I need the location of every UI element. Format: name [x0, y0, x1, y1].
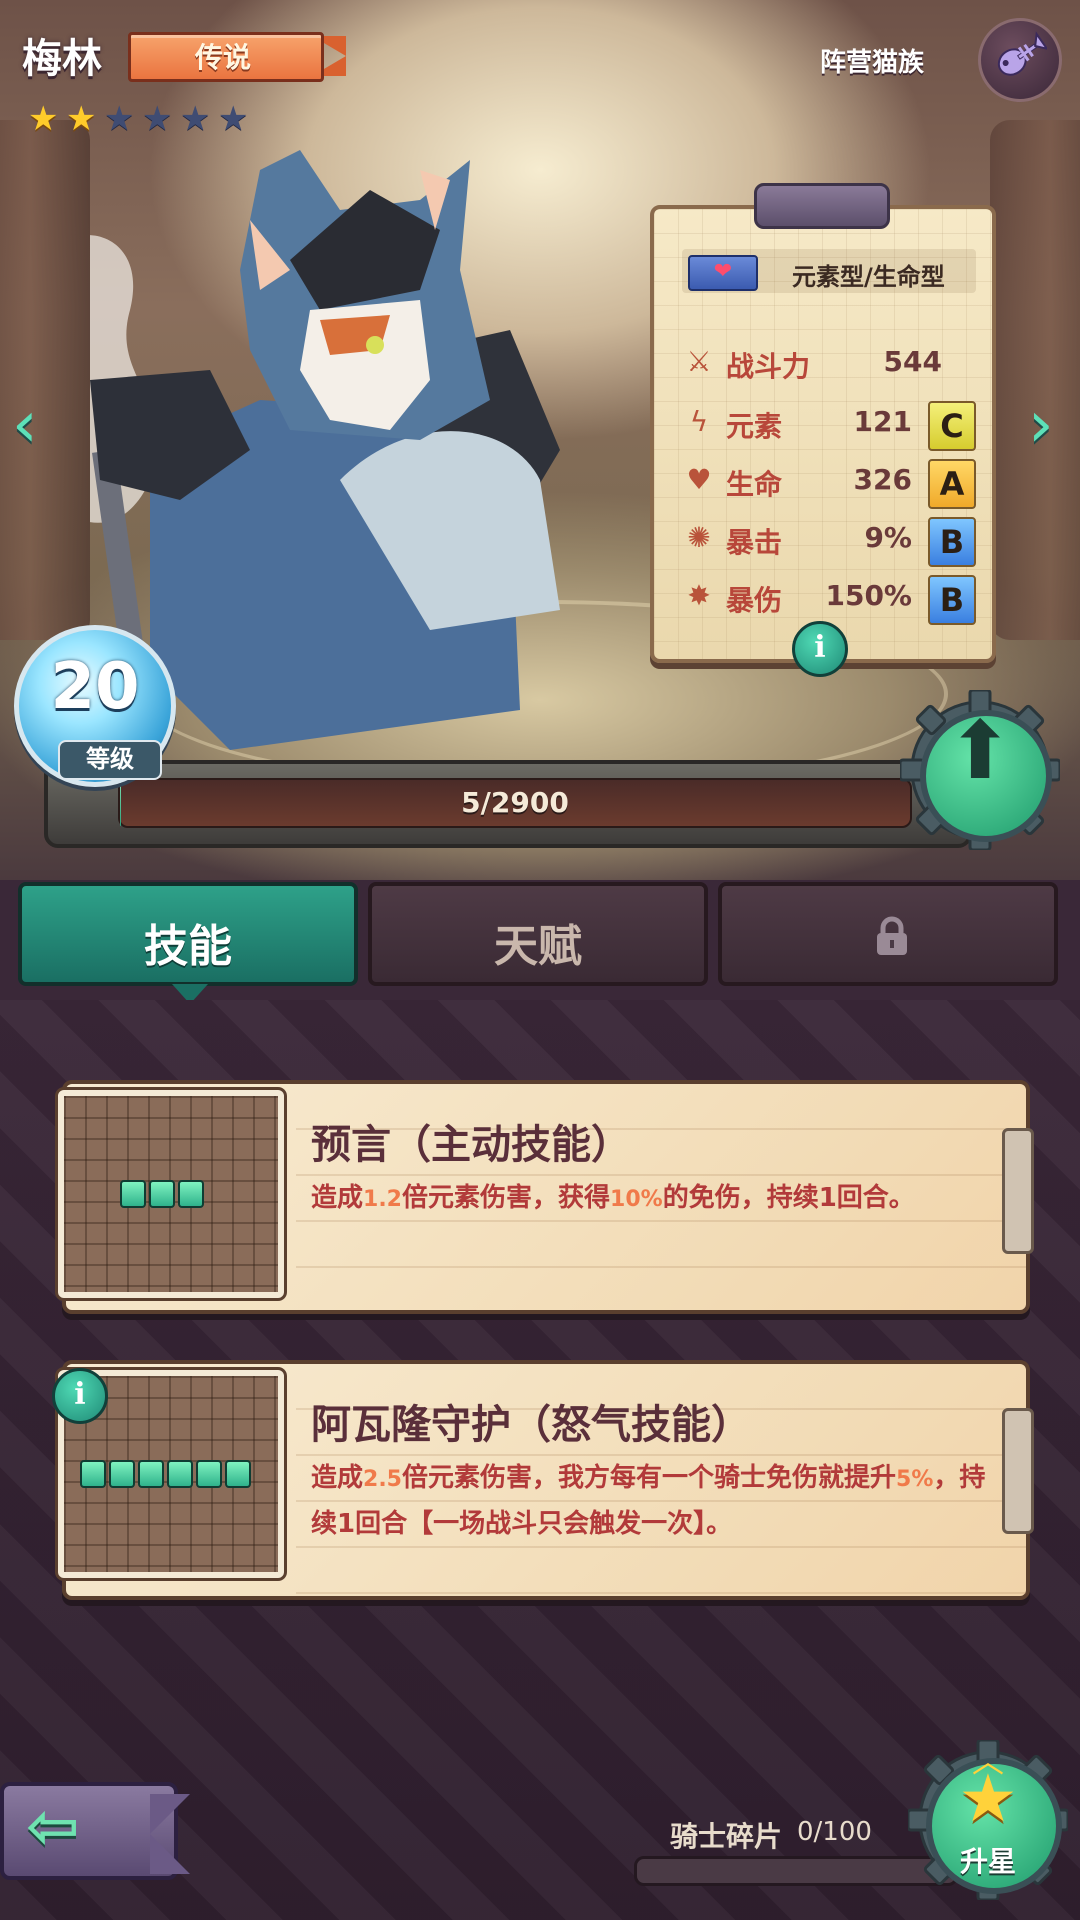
tab-skills[interactable]: 技能: [18, 882, 358, 1004]
background-pillar: [0, 120, 90, 640]
lock-icon: [877, 916, 907, 955]
hero-character-art: [90, 150, 560, 750]
skill-shape-cell: [120, 1180, 146, 1208]
skill-shape-grid: [58, 1090, 284, 1298]
stat-crit-damage: ✸ 暴伤 150% B: [682, 573, 982, 625]
shard-label: 骑士碎片: [670, 1820, 783, 1853]
skill-description: 造成1.2倍元素伤害，获得10%的免伤，持续1回合。: [311, 1183, 915, 1213]
skill-description: 造成2.5倍元素伤害，我方每有一个骑士免伤就提升5%，持续1回合【一场战斗只会触…: [311, 1463, 986, 1539]
up-arrow-icon: ⬆: [946, 704, 1014, 797]
heart-icon: ♥: [686, 463, 712, 496]
back-arrow-icon: ⇦: [26, 1790, 80, 1864]
skill-shape-cell: [138, 1460, 164, 1488]
blood-splat-icon: ✸: [687, 579, 711, 612]
skill-shape-cell: [80, 1460, 106, 1488]
grade-badge: B: [928, 517, 976, 567]
skill-shape-cell: [149, 1180, 175, 1208]
star-icon: ★: [104, 99, 135, 139]
fish-bone-icon: [997, 31, 1047, 76]
star-icon: ★: [142, 99, 173, 139]
level-number: 20: [50, 650, 140, 724]
rarity-label: 传说: [194, 41, 251, 74]
crossed-swords-icon: ⚔: [686, 345, 712, 378]
skill-shape-cell: [196, 1460, 222, 1488]
stat-power: ⚔ 战斗力 544: [682, 339, 982, 391]
faction-label: 阵营猫族: [820, 48, 925, 78]
star-icon: ★: [218, 99, 249, 139]
stats-clipboard: ❤ 元素型/生命型 ⚔ 战斗力 544 ϟ 元素 121 C ♥ 生命 326 …: [650, 183, 996, 677]
hero-type-label: 元素型/生命型: [792, 263, 945, 291]
experience-text: 5/2900: [461, 786, 569, 819]
clipboard-clip: [754, 183, 890, 229]
background-pillar: [990, 120, 1080, 640]
star-icon: ★: [66, 99, 97, 139]
skill-shape-cell: [167, 1460, 193, 1488]
experience-bar: 5/2900: [44, 760, 972, 848]
skill-title: 预言（主动技能）: [311, 1122, 631, 1168]
star-up-button[interactable]: ︿ ★ 升星: [908, 1740, 1068, 1900]
crit-burst-icon: ✺: [687, 521, 711, 554]
shard-count: 0/100: [797, 1817, 872, 1847]
skill-card: 阿瓦隆守护（怒气技能） 造成2.5倍元素伤害，我方每有一个骑士免伤就提升5%，持…: [58, 1360, 1034, 1600]
skill-shape-cell: [178, 1180, 204, 1208]
tab-talents[interactable]: 天赋: [368, 882, 708, 986]
grade-badge: A: [928, 459, 976, 509]
grade-badge: C: [928, 401, 976, 451]
skill-title: 阿瓦隆守护（怒气技能）: [311, 1402, 751, 1448]
previous-hero-arrow-icon[interactable]: ‹: [12, 393, 52, 457]
star-icon: ★: [958, 1760, 1018, 1837]
skill-card: 预言（主动技能） 造成1.2倍元素伤害，获得10%的免伤，持续1回合。: [58, 1080, 1034, 1314]
level-label: 等级: [58, 740, 162, 780]
stat-crit: ✺ 暴击 9% B: [682, 515, 982, 567]
skill-info-icon[interactable]: i: [52, 1368, 108, 1424]
stat-element: ϟ 元素 121 C: [682, 399, 982, 451]
hero-type-row: ❤ 元素型/生命型: [682, 249, 976, 293]
skill-shape-cell: [225, 1460, 251, 1488]
star-rating: ★ ★ ★ ★ ★ ★: [28, 102, 252, 136]
level-up-button[interactable]: ⬆: [900, 690, 1060, 850]
grade-badge: B: [928, 575, 976, 625]
faction-badge[interactable]: [978, 18, 1062, 102]
hero-name: 梅林: [22, 36, 102, 82]
broken-heart-icon: ❤: [688, 255, 758, 291]
star-icon: ★: [28, 99, 59, 139]
stats-info-icon[interactable]: i: [792, 621, 848, 677]
stat-life: ♥ 生命 326 A: [682, 457, 982, 509]
hero-scene: 梅林 传说 ★★★★★★ 阵营猫族 ‹ › ❤ 元素型/生命型 ⚔ 战: [0, 0, 1080, 880]
tab-bar: 技能 天赋: [18, 882, 1060, 1004]
back-button[interactable]: ⇦: [0, 1774, 230, 1894]
rarity-ribbon: 传说: [128, 30, 346, 82]
tab-locked[interactable]: [718, 882, 1058, 986]
star-up-label: 升星: [959, 1845, 1016, 1878]
lightning-icon: ϟ: [689, 405, 709, 438]
star-icon: ★: [180, 99, 211, 139]
next-hero-arrow-icon[interactable]: ›: [1028, 393, 1068, 457]
skill-shape-cell: [109, 1460, 135, 1488]
